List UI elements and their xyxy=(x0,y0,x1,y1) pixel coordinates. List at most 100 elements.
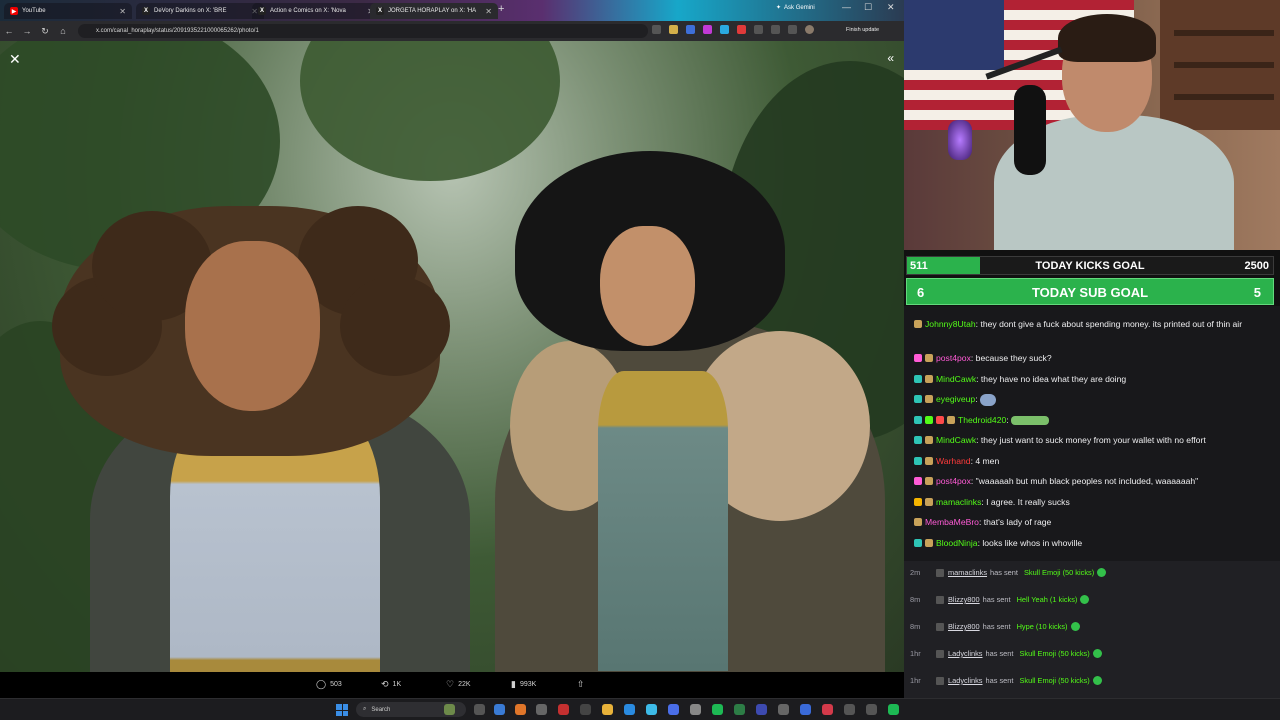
chat-text: because they suck? xyxy=(975,353,1052,363)
kick-gem-icon xyxy=(1070,622,1080,631)
close-icon[interactable]: ✕ xyxy=(485,7,492,16)
extension-icon[interactable] xyxy=(737,25,746,34)
star-icon[interactable] xyxy=(669,25,678,34)
task-view-icon[interactable] xyxy=(474,704,485,715)
app-icon[interactable] xyxy=(888,704,899,715)
maximize-icon[interactable]: ☐ xyxy=(864,2,872,13)
badge-icon xyxy=(925,395,933,404)
chat-username[interactable]: Warhand xyxy=(936,456,971,466)
event-item: Skull Emoji (50 kicks) xyxy=(1023,568,1095,577)
event-username[interactable]: Ladyclinks xyxy=(948,676,983,685)
app-icon[interactable] xyxy=(866,704,877,715)
chat-username[interactable]: BloodNinja xyxy=(936,538,978,548)
youtube-icon: ▶ xyxy=(10,7,18,15)
event-username[interactable]: Blizzy800 xyxy=(948,595,980,604)
chat-username[interactable]: Johnny8Utah xyxy=(925,319,976,329)
search-icon: ⌕ xyxy=(363,706,367,712)
like-button[interactable]: ♡ 22K xyxy=(446,679,471,690)
chat-username[interactable]: mamaclinks xyxy=(936,497,981,507)
tab-youtube[interactable]: ▶ YouTube ✕ xyxy=(4,3,132,19)
chat-text: they dont give a fuck about spending mon… xyxy=(980,319,1243,329)
app-icon[interactable] xyxy=(624,704,635,715)
chat-badges xyxy=(914,373,936,386)
chat-badges xyxy=(914,475,936,488)
windows-start-icon[interactable] xyxy=(336,704,348,716)
views-button[interactable]: ▮ 993K xyxy=(511,679,536,690)
app-icon[interactable] xyxy=(844,704,855,715)
chat-username[interactable]: MindCawk xyxy=(936,435,976,445)
badge-icon xyxy=(925,375,933,384)
app-icon[interactable] xyxy=(558,704,569,715)
tab-action-comics[interactable]: X Action e Comics on X: 'Nova ✕ xyxy=(252,3,380,19)
app-icon[interactable] xyxy=(756,704,767,715)
extension-icon[interactable] xyxy=(720,25,729,34)
extension-icon[interactable] xyxy=(652,25,661,34)
reply-count: 503 xyxy=(330,681,342,688)
app-icon[interactable] xyxy=(778,704,789,715)
chat-message: Warhand: 4 men xyxy=(914,455,1276,468)
split-view-icon[interactable] xyxy=(788,25,797,34)
chat-username[interactable]: MembaMeBro xyxy=(925,517,979,527)
app-icon[interactable] xyxy=(690,704,701,715)
extension-icon[interactable] xyxy=(703,25,712,34)
spotify-icon[interactable] xyxy=(712,704,723,715)
x-logo-icon: X xyxy=(376,7,384,15)
app-icon[interactable] xyxy=(580,704,591,715)
puzzle-icon[interactable] xyxy=(754,25,763,34)
chat-username[interactable]: MindCawk xyxy=(936,374,976,384)
chat-message: post4pox: "waaaaah but muh black peoples… xyxy=(914,475,1276,488)
firefox-icon[interactable] xyxy=(515,704,526,715)
close-icon[interactable]: ✕ xyxy=(119,7,126,16)
share-button[interactable]: ⇧ xyxy=(577,679,585,690)
chat-username[interactable]: post4pox xyxy=(936,476,971,486)
emote-icon xyxy=(1011,416,1050,426)
tab-devory[interactable]: X DeVory Darkins on X: 'BRE ✕ xyxy=(136,3,264,19)
chat-username[interactable]: Thedroid420 xyxy=(958,415,1006,425)
app-icon[interactable] xyxy=(646,704,657,715)
avatar[interactable] xyxy=(805,25,814,34)
taskbar: ⌕ Search xyxy=(0,698,1280,720)
chat-username[interactable]: eyegiveup xyxy=(936,394,975,404)
close-window-icon[interactable]: ✕ xyxy=(887,2,895,13)
gemini-icon: ✦ xyxy=(776,5,782,11)
forward-icon[interactable]: → xyxy=(18,26,36,36)
chat-badges xyxy=(914,434,936,447)
tab-jorgeta[interactable]: X JORGETA HORAPLAY on X: 'HA ✕ xyxy=(370,3,498,19)
app-icon[interactable] xyxy=(734,704,745,715)
ask-gemini-button[interactable]: ✦ Ask Gemini xyxy=(776,4,815,12)
reload-icon[interactable]: ↻ xyxy=(36,26,54,37)
chat-text: 4 men xyxy=(975,456,1000,466)
sub-goal-label: TODAY SUB GOAL xyxy=(1031,285,1149,300)
post-photo: ✕ « xyxy=(0,41,904,672)
folder-icon[interactable] xyxy=(602,704,613,715)
close-icon[interactable]: ✕ xyxy=(9,51,21,68)
url-field[interactable]: x.com/canal_horaplay/status/209193522100… xyxy=(78,24,648,38)
download-icon[interactable] xyxy=(771,25,780,34)
chat-text: looks like whos in whoville xyxy=(982,538,1083,548)
badge-icon xyxy=(925,354,933,363)
reply-button[interactable]: ◯ 503 xyxy=(316,679,342,690)
event-username[interactable]: mamaclinks xyxy=(948,568,987,577)
chat-badges xyxy=(914,455,936,468)
repost-button[interactable]: ⟲ 1K xyxy=(381,679,401,690)
edge-icon[interactable] xyxy=(494,704,505,715)
app-icon[interactable] xyxy=(800,704,811,715)
app-icon[interactable] xyxy=(668,704,679,715)
back-icon[interactable]: ← xyxy=(0,26,18,36)
home-icon[interactable]: ⌂ xyxy=(54,26,72,36)
new-tab-icon[interactable]: + xyxy=(498,3,504,15)
app-icon[interactable] xyxy=(536,704,547,715)
chat-username[interactable]: post4pox xyxy=(936,353,971,363)
minimize-icon[interactable]: — xyxy=(842,2,851,12)
event-username[interactable]: Blizzy800 xyxy=(948,622,980,631)
finish-update-button[interactable]: Finish update xyxy=(846,27,879,33)
chat-text: I agree. It really sucks xyxy=(986,497,1070,507)
widget-icon[interactable] xyxy=(444,704,455,715)
app-icon[interactable] xyxy=(822,704,833,715)
sub-goal-bar: 6 TODAY SUB GOAL 5 xyxy=(906,278,1274,305)
tab-label: DeVory Darkins on X: 'BRE xyxy=(154,8,227,14)
extension-icon[interactable] xyxy=(686,25,695,34)
event-username[interactable]: Ladyclinks xyxy=(948,649,983,658)
event-feed: 1hr Ladyclinks has sent Skull Emoji (50 kic… xyxy=(904,561,1280,698)
collapse-panel-icon[interactable]: « xyxy=(887,51,894,65)
